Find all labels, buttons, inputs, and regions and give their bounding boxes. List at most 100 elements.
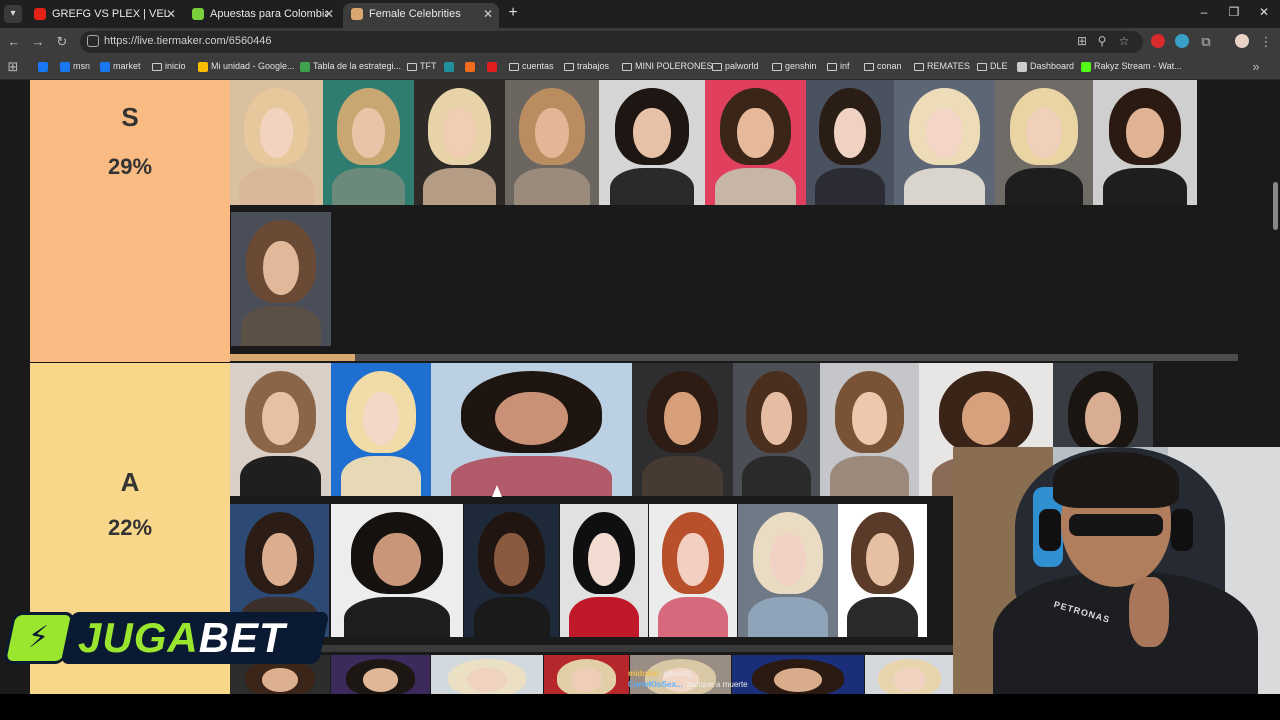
bookmark-item[interactable]: Rakyz Stream - Wat...	[1081, 61, 1182, 72]
extensions-puzzle-icon[interactable]: ⧉	[1197, 33, 1215, 51]
menu-dots-icon[interactable]: ⋮	[1257, 33, 1275, 51]
bookmark-item[interactable]: genshin	[772, 61, 817, 71]
bookmark-star-icon[interactable]: ☆	[1117, 34, 1131, 48]
chat-text: : gjkasdg	[659, 669, 692, 678]
bookmark-item[interactable]: TFT	[407, 61, 437, 71]
celebrity-photo[interactable]	[331, 504, 463, 637]
streamer-shirt	[993, 572, 1258, 694]
celebrity-photo[interactable]	[414, 80, 505, 205]
celebrity-photo[interactable]	[732, 655, 864, 694]
bookmark-item[interactable]: Mi unidad - Google...	[198, 61, 295, 72]
celebrity-photo[interactable]	[431, 363, 632, 496]
stream-chat: midokiri: gjkasdg CorteKloSex...: banque…	[628, 669, 748, 691]
minimize-icon[interactable]: –	[1196, 5, 1212, 19]
celebrity-photo[interactable]	[649, 504, 737, 637]
close-tab-icon[interactable]: ✕	[166, 3, 176, 25]
bookmark-item[interactable]: inf	[827, 61, 850, 71]
tab-grefg-vs-plex[interactable]: GREFG VS PLEX | VELADA DEL AÑO ✕	[26, 3, 182, 28]
celebrity-photo[interactable]	[632, 363, 733, 496]
celebrity-photo[interactable]	[230, 363, 331, 496]
celebrity-photo[interactable]	[599, 80, 705, 205]
tier-s-scrollbar[interactable]	[230, 354, 1238, 361]
address-bar[interactable]: https://live.tiermaker.com/6560446 ⊞ ⚲ ☆	[80, 31, 1143, 53]
sponsor-text-bet: BET	[198, 614, 286, 661]
bookmark-label: Tabla de la estrategi...	[313, 61, 402, 71]
close-window-icon[interactable]: ✕	[1256, 5, 1272, 19]
celebrity-photo[interactable]	[230, 80, 323, 205]
tab-search-chevron-icon[interactable]: ▾	[4, 5, 22, 23]
celebrity-photo[interactable]	[331, 363, 431, 496]
bookmark-item[interactable]: trabajos	[564, 61, 609, 71]
celebrity-photo[interactable]	[820, 363, 919, 496]
apps-grid-icon[interactable]: ⊞	[4, 58, 22, 76]
bookmark-item[interactable]: MINI POLERONES	[622, 61, 713, 71]
close-tab-icon[interactable]: ✕	[324, 3, 334, 25]
zoom-icon[interactable]: ⚲	[1095, 34, 1109, 48]
translate-icon[interactable]: ⊞	[1075, 34, 1089, 48]
photo-body	[423, 167, 496, 205]
bottom-bar	[0, 694, 1280, 720]
bookmark-item[interactable]: palworld	[712, 61, 759, 71]
more-bookmarks-icon[interactable]: »	[1247, 58, 1265, 76]
tab-apuestas[interactable]: Apuestas para Colombia vs Francia ✕	[184, 3, 340, 28]
tier-s-scroll-thumb[interactable]	[230, 354, 355, 361]
bookmark-item[interactable]: Tabla de la estrategi...	[300, 61, 402, 72]
photo-face	[495, 392, 568, 446]
celebrity-photo[interactable]	[544, 655, 629, 694]
bookmark-label: Rakyz Stream - Wat...	[1094, 61, 1182, 71]
tier-a-scrollbar[interactable]	[230, 645, 954, 652]
bookmark-item[interactable]: DLE	[977, 61, 1008, 71]
close-tab-icon[interactable]: ✕	[483, 3, 493, 25]
tier-s-row[interactable]	[230, 80, 1238, 355]
bookmark-item[interactable]: inicio	[152, 61, 186, 71]
tab-female-celebrities[interactable]: Female Celebrities ✕	[343, 3, 499, 28]
back-icon[interactable]: ←	[5, 33, 23, 51]
url-text[interactable]: https://live.tiermaker.com/6560446	[104, 35, 272, 47]
extension-blue-icon[interactable]	[1175, 34, 1189, 48]
photo-body	[344, 597, 450, 637]
bookmark-label: Mi unidad - Google...	[211, 61, 295, 71]
profile-avatar[interactable]	[1235, 34, 1249, 48]
tab-title: Apuestas para Colombia vs Francia	[210, 8, 328, 20]
bookmark-item[interactable]: cuentas	[509, 61, 554, 71]
photo-face	[834, 107, 866, 158]
celebrity-photo[interactable]	[1093, 80, 1197, 205]
streamer-hair	[1053, 452, 1179, 508]
celebrity-photo[interactable]	[995, 80, 1093, 205]
bookmark-item[interactable]: Dashboard	[1017, 61, 1074, 72]
folder-icon	[509, 63, 519, 71]
page-scrollbar[interactable]	[1273, 182, 1278, 230]
celebrity-photo[interactable]	[894, 80, 995, 205]
celebrity-photo[interactable]	[323, 80, 414, 205]
bookmark-item[interactable]: conan	[864, 61, 902, 71]
bookmark-item[interactable]: REMATES	[914, 61, 970, 71]
celebrity-photo[interactable]	[838, 504, 927, 637]
celebrity-photo[interactable]	[865, 655, 954, 694]
site-favicon-icon	[487, 62, 497, 72]
celebrity-photo[interactable]	[464, 504, 559, 637]
celebrity-photo[interactable]	[431, 655, 543, 694]
celebrity-photo[interactable]	[738, 504, 838, 637]
celebrity-photo[interactable]	[806, 80, 894, 205]
chat-username: midokiri	[628, 669, 660, 678]
celebrity-photo[interactable]	[705, 80, 806, 205]
photo-face	[494, 533, 529, 587]
celebrity-photo[interactable]	[231, 212, 331, 346]
streamer-webcam: PETRONAS	[953, 447, 1280, 694]
photo-body	[748, 597, 828, 637]
extension-red-icon[interactable]	[1151, 34, 1165, 48]
site-info-icon[interactable]	[87, 35, 99, 47]
reload-icon[interactable]: ↻	[53, 33, 71, 51]
chat-username: CorteKloSex...	[628, 680, 683, 689]
new-tab-button[interactable]: +	[505, 4, 521, 22]
bookmark-item[interactable]: msn	[60, 61, 90, 72]
forward-icon[interactable]: →	[29, 33, 47, 51]
bookmark-label: inf	[840, 61, 850, 71]
celebrity-photo[interactable]	[331, 655, 430, 694]
celebrity-photo[interactable]	[505, 80, 599, 205]
celebrity-photo[interactable]	[733, 363, 820, 496]
photo-body	[239, 167, 314, 205]
restore-icon[interactable]: ❐	[1226, 5, 1242, 19]
celebrity-photo[interactable]	[560, 504, 648, 637]
bookmark-item[interactable]: market	[100, 61, 141, 72]
